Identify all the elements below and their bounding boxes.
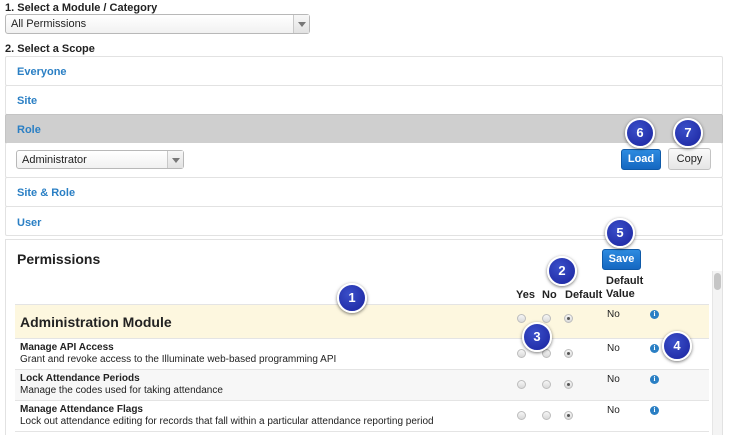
load-button[interactable]: Load xyxy=(621,149,661,170)
default-value: No xyxy=(607,343,620,354)
scope-site-role-label: Site & Role xyxy=(17,187,76,199)
radio-default[interactable] xyxy=(564,314,573,323)
info-icon[interactable]: i xyxy=(650,344,659,353)
radio-default[interactable] xyxy=(564,411,573,420)
scope-user-label: User xyxy=(17,217,42,229)
row-divider xyxy=(15,431,709,432)
callout-badge-4: 4 xyxy=(662,331,692,361)
scope-site-role[interactable]: Site & Role xyxy=(5,177,723,207)
permissions-heading: Permissions xyxy=(17,251,101,267)
scope-everyone-label: Everyone xyxy=(17,66,67,78)
radio-default[interactable] xyxy=(564,349,573,358)
permission-row-attendance-flags: Manage Attendance Flags Lock out attenda… xyxy=(15,400,709,431)
scope-site[interactable]: Site xyxy=(5,85,723,115)
callout-badge-6: 6 xyxy=(625,118,655,148)
default-value: No xyxy=(607,405,620,416)
scrollbar-thumb[interactable] xyxy=(714,273,721,290)
scope-role-label: Role xyxy=(17,124,41,136)
module-category-value: All Permissions xyxy=(11,18,87,30)
permission-title: Manage API Access xyxy=(20,342,114,353)
radio-yes[interactable] xyxy=(517,411,526,420)
callout-badge-1: 1 xyxy=(337,283,367,313)
chevron-down-icon xyxy=(167,151,183,168)
module-title: Administration Module xyxy=(20,314,172,330)
chevron-down-icon xyxy=(293,15,309,33)
permission-row-api: Manage API Access Grant and revoke acces… xyxy=(15,338,709,369)
column-default: Default xyxy=(565,289,603,301)
callout-badge-3: 3 xyxy=(522,322,552,352)
permission-desc: Manage the codes used for taking attenda… xyxy=(20,385,223,396)
radio-no[interactable] xyxy=(542,314,551,323)
callout-badge-2: 2 xyxy=(547,256,577,286)
default-value: No xyxy=(607,309,620,320)
radio-yes[interactable] xyxy=(517,380,526,389)
info-icon[interactable]: i xyxy=(650,310,659,319)
scope-site-label: Site xyxy=(17,95,38,107)
radio-no[interactable] xyxy=(542,380,551,389)
save-button[interactable]: Save xyxy=(602,249,641,270)
role-select-value: Administrator xyxy=(22,154,87,166)
info-icon[interactable]: i xyxy=(650,375,659,384)
radio-no[interactable] xyxy=(542,411,551,420)
permission-desc: Lock out attendance editing for records … xyxy=(20,416,434,427)
scope-role[interactable]: Role xyxy=(5,114,723,144)
info-icon[interactable]: i xyxy=(650,406,659,415)
copy-button[interactable]: Copy xyxy=(668,148,711,170)
module-category-select[interactable]: All Permissions xyxy=(5,14,310,34)
scope-everyone[interactable]: Everyone xyxy=(5,56,723,86)
scrollbar-track[interactable] xyxy=(712,271,722,435)
permission-title: Lock Attendance Periods xyxy=(20,373,140,384)
role-select[interactable]: Administrator xyxy=(16,150,184,169)
callout-badge-5: 5 xyxy=(605,218,635,248)
radio-yes[interactable] xyxy=(517,314,526,323)
default-value: No xyxy=(607,374,620,385)
column-yes: Yes xyxy=(516,289,535,301)
step1-label: 1. Select a Module / Category xyxy=(5,2,158,14)
permission-desc: Grant and revoke access to the Illuminat… xyxy=(20,354,337,365)
radio-default[interactable] xyxy=(564,380,573,389)
permission-title: Manage Attendance Flags xyxy=(20,404,143,415)
radio-yes[interactable] xyxy=(517,349,526,358)
permission-row-lock-periods: Lock Attendance Periods Manage the codes… xyxy=(15,369,709,400)
callout-badge-7: 7 xyxy=(673,118,703,148)
step2-label: 2. Select a Scope xyxy=(5,43,95,55)
column-no: No xyxy=(542,289,557,301)
column-default-value: Default Value xyxy=(606,275,644,300)
